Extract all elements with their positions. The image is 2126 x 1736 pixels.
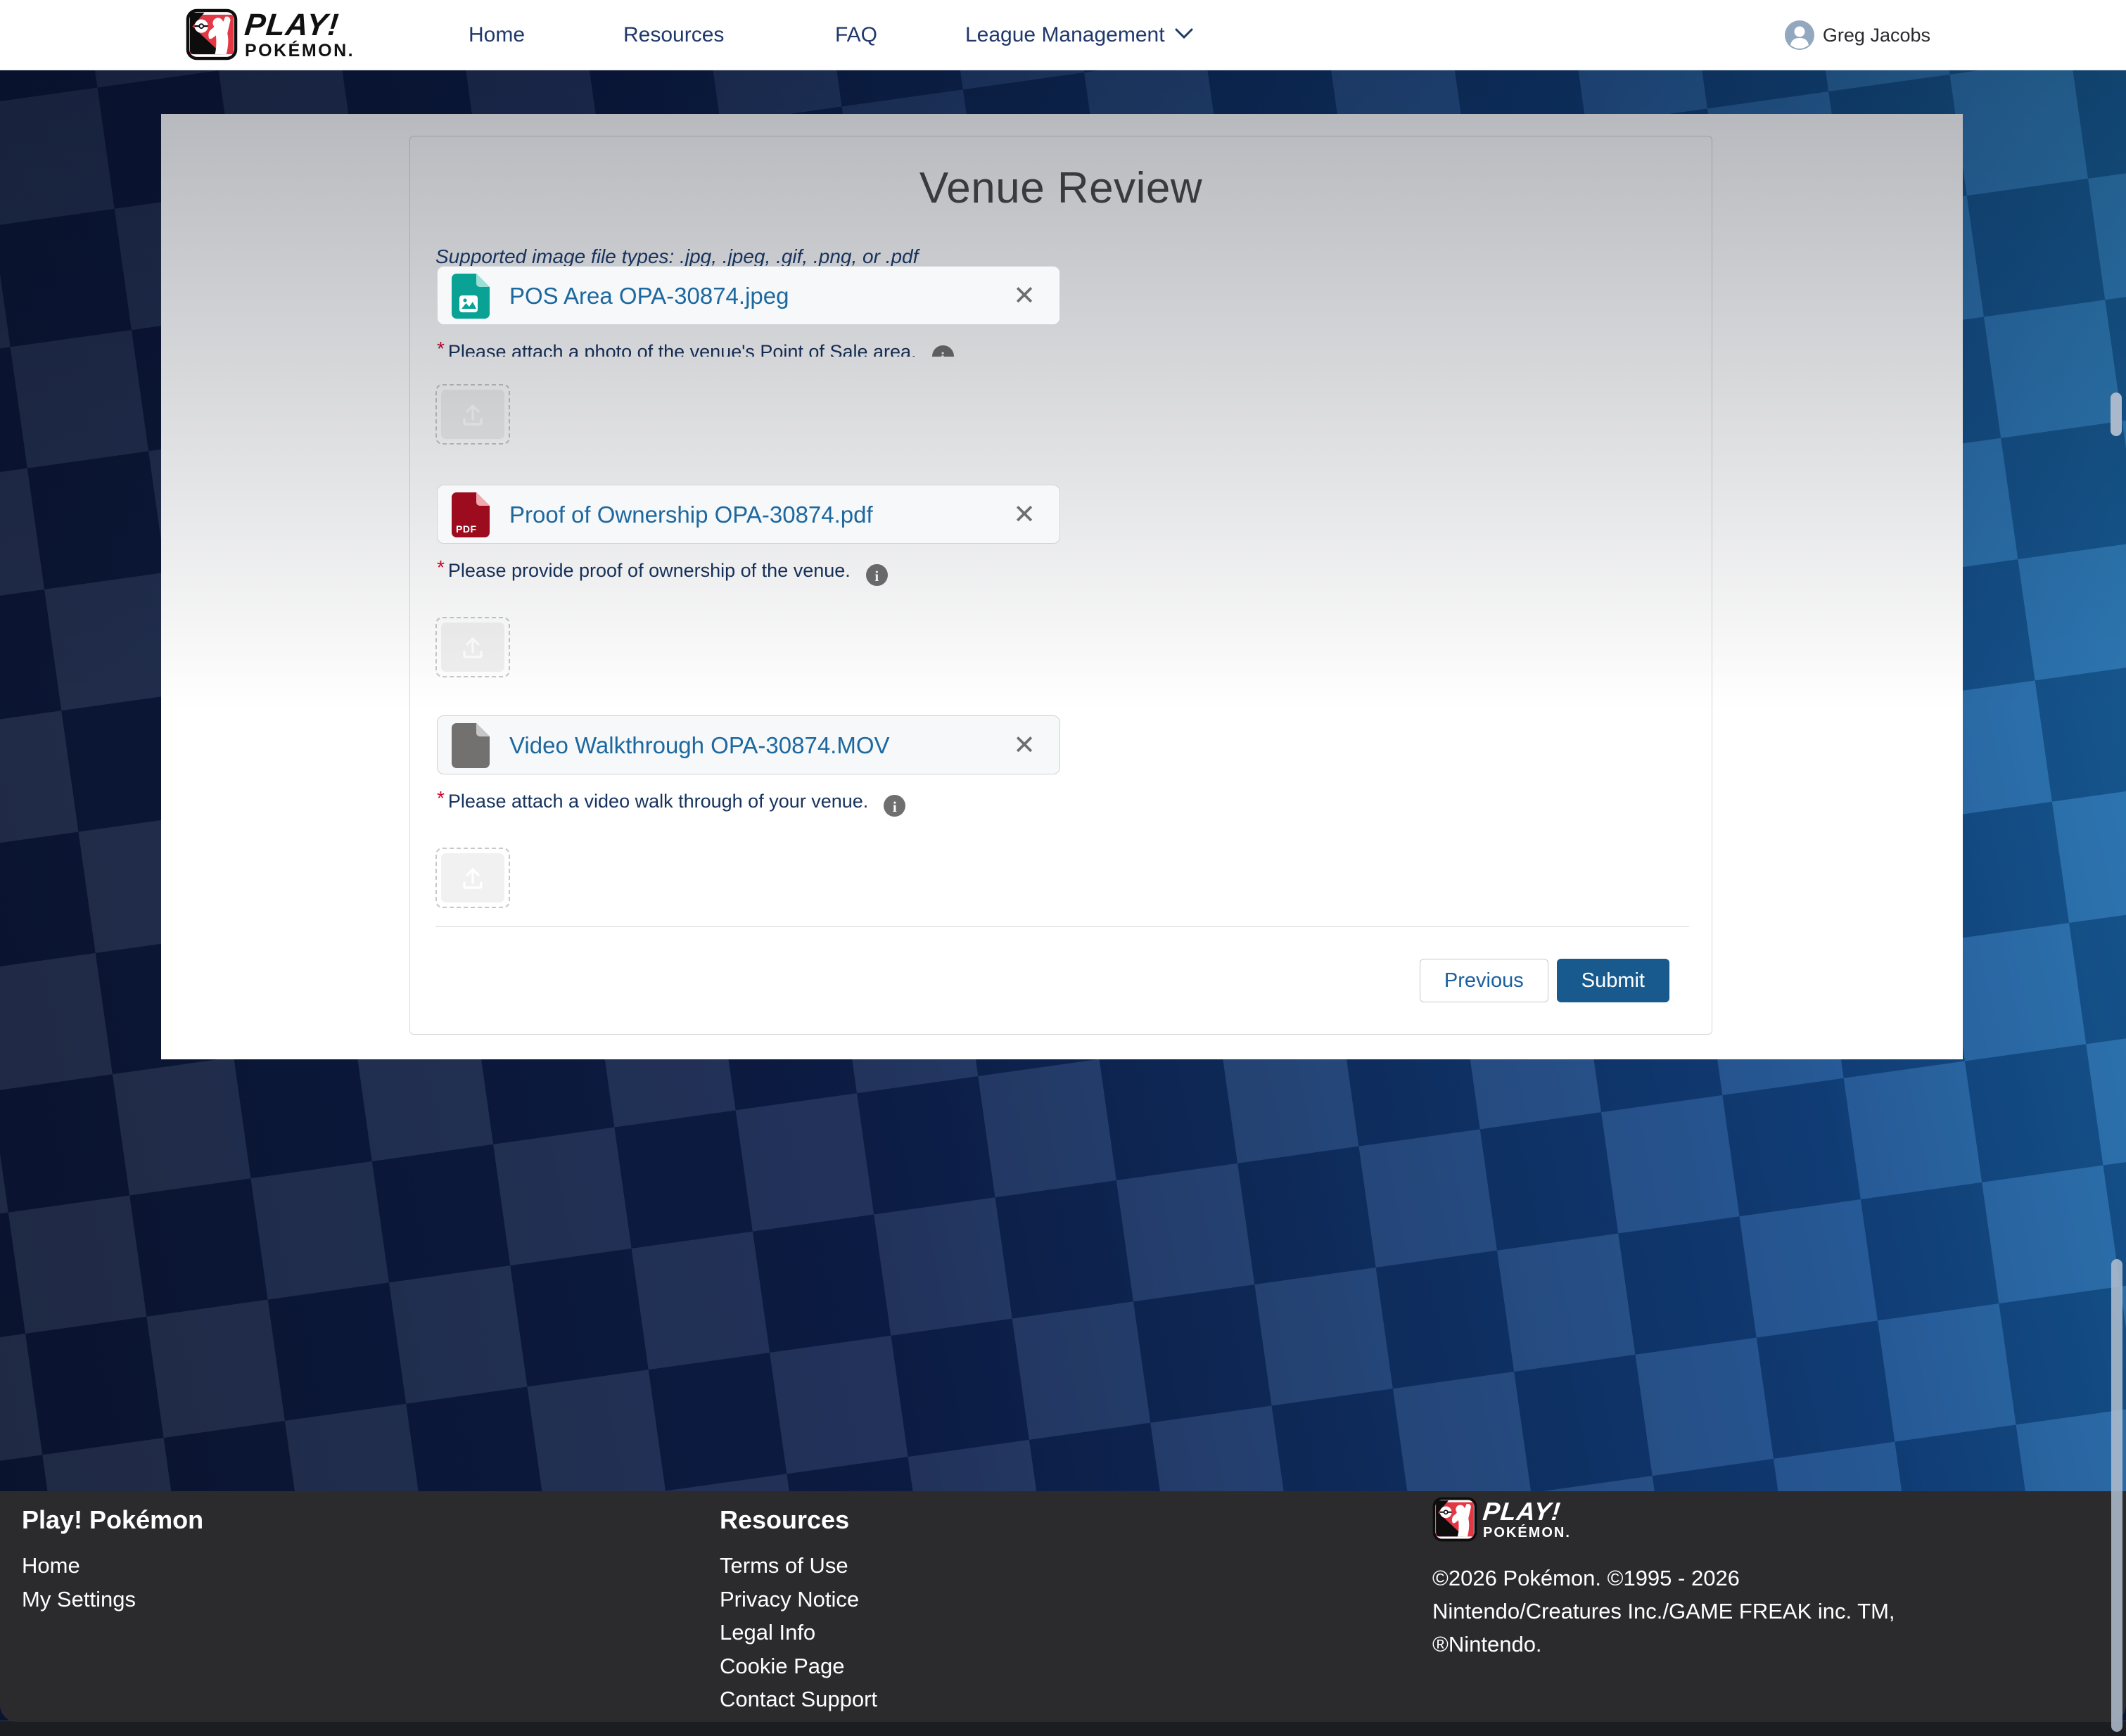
nav-item-home[interactable]: Home (469, 0, 525, 70)
image-file-icon (452, 274, 490, 319)
play-pokemon-logo[interactable]: PLAY! POKÉMON. (186, 8, 355, 60)
footer-col1-title: Play! Pokémon (22, 1505, 203, 1535)
footer-link-terms-of-use[interactable]: Terms of Use (720, 1553, 848, 1578)
logo-play-text: PLAY! (1482, 1499, 1572, 1524)
footer-col2-title: Resources (720, 1505, 849, 1535)
footer-play-pokemon-logo: PLAY! POKÉMON. (1432, 1497, 1571, 1542)
info-glyph: i (874, 568, 879, 585)
form-actions: Previous Submit (1420, 959, 1669, 1002)
footer-link-contact-support[interactable]: Contact Support (720, 1687, 877, 1712)
copyright-line: Nintendo/Creatures Inc./GAME FREAK inc. … (1432, 1595, 1895, 1628)
divider (435, 926, 1689, 927)
close-icon: ✕ (1013, 731, 1036, 760)
content-panel: Venue Review Supported image file types:… (161, 114, 1963, 1059)
attached-file-link[interactable]: Video Walkthrough OPA-30874.MOV (509, 716, 890, 775)
attached-file-link[interactable]: Proof of Ownership OPA-30874.pdf (509, 485, 873, 544)
required-asterisk: * (437, 338, 445, 357)
logo-play-text: PLAY! (243, 10, 357, 41)
footer-bottom-strip (0, 1721, 2126, 1736)
upload-icon (460, 634, 485, 660)
brand-wordmark: PLAY! POKÉMON. (245, 10, 355, 60)
footer-brand-wordmark: PLAY! POKÉMON. (1483, 1499, 1571, 1540)
checkered-background: Venue Review Supported image file types:… (0, 70, 2126, 1491)
venue-review-card: Venue Review Supported image file types:… (409, 136, 1712, 1035)
upload-button[interactable] (441, 390, 504, 439)
scrollbar-thumb-upper[interactable] (2111, 392, 2122, 436)
remove-file-button[interactable]: ✕ (1013, 267, 1036, 326)
footer-panel: Play! Pokémon Home My Settings Resources… (0, 1491, 2126, 1722)
info-glyph: i (941, 349, 945, 357)
page: PLAY! POKÉMON. Home Resources FAQ League… (0, 0, 2126, 1736)
upload-button[interactable] (441, 623, 504, 672)
logo-pokemon-text: POKÉMON. (1483, 1526, 1571, 1540)
file-icon-wrap (452, 274, 490, 319)
pokemon-trainer-badge-icon (186, 8, 238, 60)
user-menu[interactable]: Greg Jacobs (1785, 0, 1930, 70)
upload-caption: *Please provide proof of ownership of th… (437, 556, 888, 586)
previous-button[interactable]: Previous (1420, 959, 1548, 1002)
upload-icon (460, 402, 485, 427)
upload-icon (460, 865, 485, 891)
attached-file-chip[interactable]: PDF Proof of Ownership OPA-30874.pdf ✕ (437, 485, 1060, 544)
attached-file-chip[interactable]: POS Area OPA-30874.jpeg ✕ (437, 266, 1060, 325)
caption-text: Please provide proof of ownership of the… (448, 560, 851, 581)
nav-item-label: League Management (965, 23, 1165, 46)
caption-text: Please attach a video walk through of yo… (448, 791, 868, 812)
footer-link-my-settings[interactable]: My Settings (22, 1587, 136, 1612)
upload-button[interactable] (441, 853, 504, 902)
attached-file-link[interactable]: POS Area OPA-30874.jpeg (509, 267, 789, 326)
close-icon: ✕ (1013, 281, 1036, 311)
info-icon[interactable]: i (866, 564, 888, 586)
upload-dropzone[interactable] (435, 617, 510, 677)
nav-item-league-management[interactable]: League Management (965, 0, 1193, 70)
remove-file-button[interactable]: ✕ (1013, 716, 1036, 775)
footer-link-cookie-page[interactable]: Cookie Page (720, 1654, 845, 1679)
info-icon[interactable]: i (884, 795, 905, 817)
user-avatar-icon (1785, 20, 1814, 50)
footer-link-legal-info[interactable]: Legal Info (720, 1620, 815, 1645)
footer-link-home[interactable]: Home (22, 1553, 80, 1578)
copyright-line: ©2026 Pokémon. ©1995 - 2026 (1432, 1562, 1895, 1595)
file-icon-wrap (452, 723, 490, 768)
top-navbar: PLAY! POKÉMON. Home Resources FAQ League… (0, 0, 2126, 70)
caption-text: Please attach a photo of the venue's Poi… (448, 341, 917, 357)
upload-caption: *Please attach a video walk through of y… (437, 787, 905, 817)
pokemon-trainer-badge-icon (1432, 1497, 1477, 1542)
required-asterisk: * (437, 787, 445, 809)
attached-file-chip[interactable]: Video Walkthrough OPA-30874.MOV ✕ (437, 715, 1060, 774)
file-icon-wrap: PDF (452, 492, 490, 537)
footer: Play! Pokémon Home My Settings Resources… (0, 1491, 2126, 1736)
pdf-badge-text: PDF (456, 523, 477, 535)
logo-pokemon-text: POKÉMON. (245, 42, 355, 60)
scrollbar-thumb[interactable] (2111, 1259, 2122, 1732)
submit-button[interactable]: Submit (1557, 959, 1669, 1002)
user-name: Greg Jacobs (1823, 25, 1930, 46)
info-glyph: i (893, 798, 897, 815)
upload-caption: *Please attach a photo of the venue's Po… (437, 338, 954, 357)
upload-dropzone[interactable] (435, 848, 510, 908)
remove-file-button[interactable]: ✕ (1013, 485, 1036, 544)
nav-item-faq[interactable]: FAQ (835, 0, 877, 70)
upload-dropzone[interactable] (435, 384, 510, 445)
footer-link-privacy-notice[interactable]: Privacy Notice (720, 1587, 859, 1612)
nav-item-resources[interactable]: Resources (623, 0, 724, 70)
info-icon[interactable]: i (932, 345, 954, 357)
close-icon: ✕ (1013, 500, 1036, 530)
page-title: Venue Review (410, 163, 1712, 213)
footer-copyright: ©2026 Pokémon. ©1995 - 2026 Nintendo/Cre… (1432, 1562, 1895, 1661)
file-icon (452, 723, 490, 768)
file-types-note: Supported image file types: .jpg, .jpeg,… (435, 245, 918, 268)
required-asterisk: * (437, 556, 445, 578)
copyright-line: ®Nintendo. (1432, 1628, 1895, 1661)
chevron-down-icon (1175, 28, 1193, 39)
